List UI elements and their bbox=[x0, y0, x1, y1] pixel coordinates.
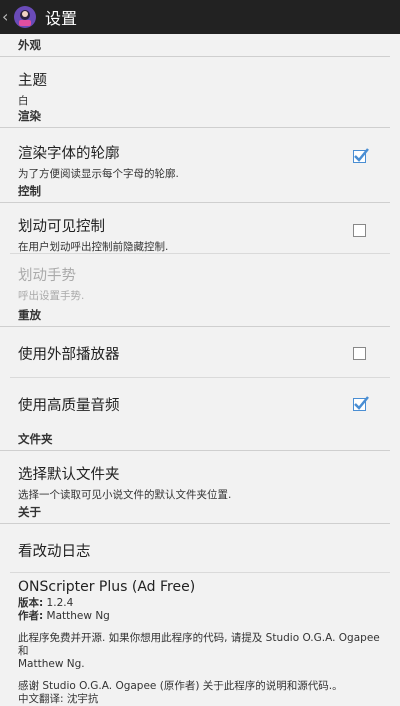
pref-summary: 白 bbox=[18, 95, 29, 107]
category-folder: 文件夹 bbox=[0, 428, 390, 451]
checkmark-icon bbox=[354, 396, 369, 410]
pref-font-outline[interactable]: 渲染字体的轮廓 为了方便阅读显示每个字母的轮廓. bbox=[0, 128, 400, 180]
pref-summary: 为了方便阅读显示每个字母的轮廓. bbox=[18, 168, 179, 180]
pref-summary: 选择一个读取可见小说文件的默认文件夹位置. bbox=[18, 489, 232, 501]
pref-swipe-controls[interactable]: 划动可见控制 在用户划动呼出控制前隐藏控制. bbox=[0, 203, 400, 253]
pref-hq-audio[interactable]: 使用高质量音频 bbox=[0, 378, 400, 428]
checkmark-icon bbox=[354, 148, 369, 162]
pref-title: 划动可见控制 bbox=[18, 219, 105, 235]
action-bar: ‹ 设置 bbox=[0, 0, 400, 34]
translator-label: 中文翻译: bbox=[18, 693, 64, 705]
external-player-checkbox[interactable] bbox=[353, 347, 366, 360]
hq-audio-checkbox[interactable] bbox=[353, 396, 369, 411]
app-name: ONScripter Plus (Ad Free) bbox=[18, 579, 196, 595]
pref-title: 使用高质量音频 bbox=[18, 398, 120, 414]
pref-summary: 呼出设置手势. bbox=[18, 290, 85, 302]
category-about: 关于 bbox=[0, 501, 390, 524]
screen-title: 设置 bbox=[45, 9, 78, 28]
author-value: Matthew Ng bbox=[46, 610, 110, 622]
author-line: 作者: Matthew Ng bbox=[18, 610, 390, 623]
translator-line: 中文翻译: 沈宇抗 bbox=[18, 693, 390, 706]
pref-title: 选择默认文件夹 bbox=[18, 467, 120, 483]
pref-external-player[interactable]: 使用外部播放器 bbox=[0, 327, 400, 377]
settings-list[interactable]: 外观 主题 白 渲染 渲染字体的轮廓 为了方便阅读显示每个字母的轮廓. 控制 划… bbox=[0, 34, 400, 706]
category-control: 控制 bbox=[0, 180, 390, 203]
outline-checkbox[interactable] bbox=[353, 148, 369, 163]
pref-title: 使用外部播放器 bbox=[18, 347, 120, 363]
version-line: 版本: 1.2.4 bbox=[18, 597, 390, 610]
category-render: 渲染 bbox=[0, 105, 390, 128]
version-label: 版本: bbox=[18, 597, 44, 609]
app-icon[interactable] bbox=[13, 5, 37, 29]
version-value: 1.2.4 bbox=[46, 597, 74, 609]
author-label: 作者: bbox=[18, 610, 44, 622]
category-appearance: 外观 bbox=[0, 34, 390, 57]
thanks-line: 感谢 Studio O.G.A. Ogapee (原作者) 关于此程序的说明和源… bbox=[18, 680, 343, 692]
back-chevron-icon[interactable]: ‹ bbox=[2, 0, 12, 34]
pref-theme[interactable]: 主题 白 bbox=[0, 57, 400, 107]
translator-value: 沈宇抗 bbox=[66, 693, 99, 705]
pref-changelog[interactable]: 看改动日志 bbox=[0, 524, 400, 572]
category-playback: 重放 bbox=[0, 304, 390, 327]
pref-title: 主题 bbox=[18, 73, 47, 89]
license-line-2: Matthew Ng. bbox=[18, 658, 85, 670]
pref-title: 划动手势 bbox=[18, 268, 76, 284]
pref-default-folder[interactable]: 选择默认文件夹 选择一个读取可见小说文件的默认文件夹位置. bbox=[0, 451, 400, 501]
swipe-checkbox[interactable] bbox=[353, 224, 366, 237]
pref-title: 看改动日志 bbox=[18, 544, 91, 560]
license-line-1: 此程序免费并开源. 如果你想用此程序的代码, 请提及 Studio O.G.A.… bbox=[18, 632, 380, 657]
pref-swipe-gesture[interactable]: 划动手势 呼出设置手势. bbox=[0, 254, 400, 304]
about-info[interactable]: ONScripter Plus (Ad Free) 版本: 1.2.4 作者: … bbox=[0, 573, 400, 706]
pref-title: 渲染字体的轮廓 bbox=[18, 146, 120, 162]
pref-summary: 在用户划动呼出控制前隐藏控制. bbox=[18, 241, 169, 253]
